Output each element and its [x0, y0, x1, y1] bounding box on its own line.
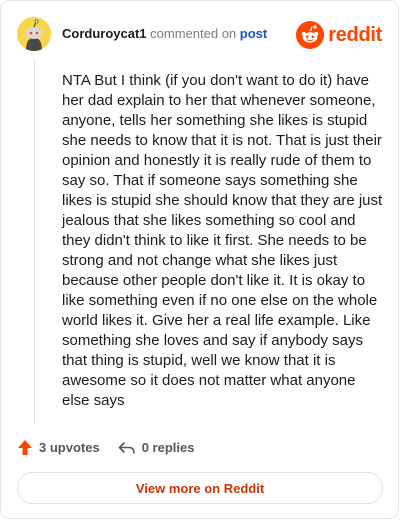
- embedded-comment-card: Corduroycat1 commented on post reddit NT…: [0, 0, 399, 519]
- comment-header: Corduroycat1 commented on post: [62, 26, 267, 42]
- thread-line: [34, 59, 35, 424]
- replies-stat[interactable]: 0 replies: [118, 440, 195, 456]
- reddit-snoo-icon: [296, 21, 325, 49]
- snoo-avatar-icon: [17, 17, 51, 51]
- comment-stats: 3 upvotes 0 replies: [17, 439, 194, 456]
- reply-arrow-icon: [118, 441, 135, 454]
- comment-action-text: commented on: [150, 26, 237, 41]
- reddit-wordmark: reddit: [328, 24, 382, 46]
- comment-body: NTA But I think (if you don't want to do…: [62, 72, 383, 409]
- upvote-arrow-icon: [18, 440, 32, 455]
- reddit-brand-link[interactable]: reddit: [296, 21, 382, 49]
- replies-count: 0 replies: [141, 440, 195, 455]
- upvotes-count: 3 upvotes: [39, 440, 100, 455]
- user-avatar[interactable]: [17, 17, 51, 51]
- comment-author[interactable]: Corduroycat1: [62, 26, 147, 41]
- upvotes-stat[interactable]: 3 upvotes: [17, 439, 100, 456]
- post-link[interactable]: post: [240, 26, 267, 41]
- view-more-button[interactable]: View more on Reddit: [17, 472, 383, 504]
